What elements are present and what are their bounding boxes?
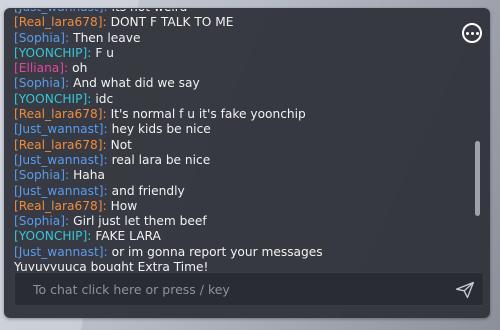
chat-username[interactable]: [Sophia]:: [14, 214, 69, 228]
chat-menu-button[interactable]: [462, 23, 482, 43]
chat-message-text: It's normal f u it's fake yoonchip: [110, 107, 306, 122]
chat-username[interactable]: [Real_lara678]:: [14, 15, 107, 29]
chat-message-text: F u: [95, 45, 114, 60]
send-button[interactable]: [453, 278, 477, 302]
chat-message: [Just_wannast]: real lara be nice: [14, 153, 454, 168]
chat-message-text: Then leave: [73, 30, 141, 45]
chat-message-text: hey kids be nice: [111, 122, 211, 137]
chat-message: [Elliana]: oh: [14, 61, 454, 76]
chat-username[interactable]: [Real_lara678]:: [14, 199, 107, 213]
chat-username[interactable]: [Real_lara678]:: [14, 138, 107, 152]
chat-message-text: And what did we say: [73, 76, 200, 91]
chat-username[interactable]: [Just_wannast]:: [14, 184, 108, 198]
chat-messages[interactable]: [Just_wannast]:its not weird[Real_lara67…: [14, 9, 454, 271]
chat-message: [Real_lara678]: Not: [14, 138, 454, 153]
chat-username[interactable]: [Real_lara678]:: [14, 107, 107, 121]
chat-username[interactable]: [Elliana]:: [14, 61, 68, 75]
chat-message-text: Not: [110, 137, 132, 152]
chat-message: [YOONCHIP]: idc: [14, 92, 454, 107]
chat-message-text: Girl just let them beef: [73, 214, 207, 229]
chat-message: [Just_wannast]: hey kids be nice: [14, 122, 454, 137]
chat-username[interactable]: [YOONCHIP]:: [14, 46, 91, 60]
chat-message-text: or im gonna report your messages: [111, 244, 323, 259]
chat-username[interactable]: [Sophia]:: [14, 168, 69, 182]
chat-message: [Sophia]: Girl just let them beef: [14, 214, 454, 229]
chat-username[interactable]: [YOONCHIP]:: [14, 229, 91, 243]
chat-username[interactable]: [YOONCHIP]:: [14, 92, 91, 106]
chat-message-text: its not weird: [112, 9, 188, 14]
chat-message: [Real_lara678]: How: [14, 199, 454, 214]
chat-message-text: How: [110, 198, 138, 213]
chat-message-text: and friendly: [111, 183, 185, 198]
system-message-text: Yuyuyyuuca bought Extra Time!: [14, 260, 209, 271]
chat-message-text: oh: [72, 61, 88, 76]
chat-message-text: real lara be nice: [111, 152, 211, 167]
chat-message: [Just_wannast]: and friendly: [14, 184, 454, 199]
chat-message: [Real_lara678]: It's normal f u it's fake…: [14, 107, 454, 122]
chat-message: [Sophia]: And what did we say: [14, 76, 454, 91]
chat-message-text: FAKE LARA: [95, 229, 161, 244]
chat-input-bar: [14, 272, 484, 306]
chat-message-text: DONT F TALK TO ME: [110, 15, 234, 30]
chat-message-list: [Just_wannast]:its not weird[Real_lara67…: [14, 9, 454, 271]
chat-message: [Sophia]: Haha: [14, 168, 454, 183]
chat-username[interactable]: [Just_wannast]:: [14, 9, 108, 14]
chat-message-text: Haha: [73, 168, 105, 183]
chat-message: [Just_wannast]: or im gonna report your m…: [14, 245, 454, 260]
chat-username[interactable]: [Just_wannast]:: [14, 153, 108, 167]
chat-message: [Real_lara678]: DONT F TALK TO ME: [14, 15, 454, 30]
chat-username[interactable]: [Sophia]:: [14, 31, 69, 45]
chat-scrollbar[interactable]: [475, 141, 480, 216]
chat-panel: [Just_wannast]:its not weird[Real_lara67…: [4, 8, 490, 318]
chat-username[interactable]: [Just_wannast]:: [14, 245, 108, 259]
chat-username[interactable]: [Sophia]:: [14, 76, 69, 90]
chat-message: [YOONCHIP]: F u: [14, 46, 454, 61]
chat-message-text: idc: [95, 91, 114, 106]
chat-input[interactable]: [15, 273, 435, 305]
chat-message: [Sophia]: Then leave: [14, 31, 454, 46]
chat-message: [YOONCHIP]: FAKE LARA: [14, 229, 454, 244]
send-paper-plane-icon: [456, 281, 474, 299]
chat-username[interactable]: [Just_wannast]:: [14, 122, 108, 136]
more-horizontal-icon: [465, 31, 479, 35]
chat-message: Yuyuyyuuca bought Extra Time!: [14, 260, 454, 271]
